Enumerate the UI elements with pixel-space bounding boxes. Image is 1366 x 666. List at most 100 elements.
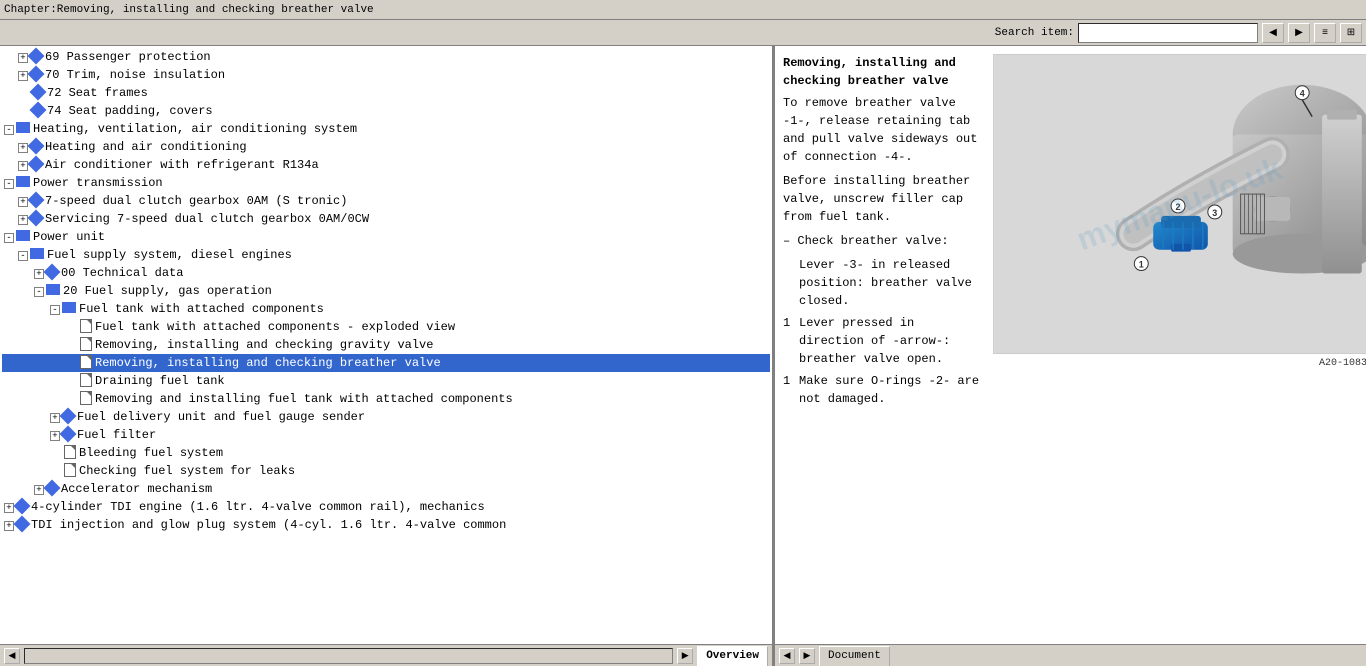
tree-item-t8[interactable]: -Power transmission [2, 174, 770, 192]
tree-item-t3[interactable]: 72 Seat frames [2, 84, 770, 102]
tree-label-t23: Bleeding fuel system [79, 446, 223, 460]
tree-item-t9[interactable]: +7-speed dual clutch gearbox 0AM (S tron… [2, 192, 770, 210]
expand-icon-t13[interactable]: + [34, 269, 44, 279]
expand-icon-t10[interactable]: + [18, 215, 28, 225]
expand-icon-t8[interactable]: - [4, 179, 14, 189]
tree-label-t14: 20 Fuel supply, gas operation [63, 284, 272, 298]
para-1: To remove breather valve -1-, release re… [783, 94, 983, 166]
tree-label-t13: 00 Technical data [61, 266, 183, 280]
doc-icon-t23 [64, 445, 76, 459]
diamond-icon-t22 [60, 425, 77, 442]
status-right: ◀ ▶ Document [775, 646, 1366, 666]
book-icon-t15 [62, 302, 76, 313]
tree-item-t21[interactable]: + Fuel delivery unit and fuel gauge sende… [2, 408, 770, 426]
tree-item-t10[interactable]: +Servicing 7-speed dual clutch gearbox 0… [2, 210, 770, 228]
doc-icon-t16 [80, 319, 92, 333]
horizontal-scrollbar[interactable] [24, 648, 673, 664]
tree-item-t12[interactable]: - Fuel supply system, diesel engines [2, 246, 770, 264]
tech-image: 1 2 3 4 mymanu-lo.uk [993, 54, 1366, 354]
tree-content[interactable]: +69 Passenger protection+70 Trim, noise … [0, 46, 772, 644]
tree-label-t17: Removing, installing and checking gravit… [95, 338, 433, 352]
doc-next-btn[interactable]: ▶ [799, 648, 815, 664]
diamond-icon-t1 [28, 47, 45, 64]
tree-item-t5[interactable]: -Heating, ventilation, air conditioning … [2, 120, 770, 138]
expand-icon-t15[interactable]: - [50, 305, 60, 315]
tree-item-t15[interactable]: - Fuel tank with attached components [2, 300, 770, 318]
tree-label-t12: Fuel supply system, diesel engines [47, 248, 292, 262]
tree-label-t20: Removing and installing fuel tank with a… [95, 392, 513, 406]
expand-icon-t22[interactable]: + [50, 431, 60, 441]
search-input[interactable] [1078, 23, 1258, 43]
menu-button[interactable]: ≡ [1314, 23, 1336, 43]
tree-item-t4[interactable]: 74 Seat padding, covers [2, 102, 770, 120]
diamond-icon-t26 [14, 497, 31, 514]
tree-item-t22[interactable]: +Fuel filter [2, 426, 770, 444]
tree-item-t24[interactable]: Checking fuel system for leaks [2, 462, 770, 480]
doc-prev-btn[interactable]: ◀ [779, 648, 795, 664]
tree-item-t6[interactable]: +Heating and air conditioning [2, 138, 770, 156]
status-left: ◀ ▶ Overview [0, 645, 775, 666]
tree-item-t2[interactable]: +70 Trim, noise insulation [2, 66, 770, 84]
tree-label-t4: 74 Seat padding, covers [47, 104, 213, 118]
main-layout: +69 Passenger protection+70 Trim, noise … [0, 46, 1366, 644]
tree-label-t16: Fuel tank with attached components - exp… [95, 320, 455, 334]
search-next-button[interactable]: ▶ [1288, 23, 1310, 43]
tab-document[interactable]: Document [819, 646, 890, 666]
tree-item-t26[interactable]: +4-cylinder TDI engine (1.6 ltr. 4-valve… [2, 498, 770, 516]
tree-label-t3: 72 Seat frames [47, 86, 148, 100]
expand-icon-t25[interactable]: + [34, 485, 44, 495]
note-1-text: Lever -3- in released position: breather… [799, 256, 983, 310]
note-3: 1 Make sure O-rings -2- are not damaged. [783, 372, 983, 408]
tree-item-t18[interactable]: Removing, installing and checking breath… [2, 354, 770, 372]
diamond-icon-t9 [28, 191, 45, 208]
note-2: 1 Lever pressed in direction of -arrow-:… [783, 314, 983, 368]
image-caption: A20-10834 [993, 356, 1366, 371]
diamond-icon-t21 [60, 407, 77, 424]
tree-label-t15: Fuel tank with attached components [79, 302, 324, 316]
scroll-left-btn[interactable]: ◀ [4, 648, 20, 664]
tree-item-t13[interactable]: +00 Technical data [2, 264, 770, 282]
expand-icon-t14[interactable]: - [34, 287, 44, 297]
tree-item-t27[interactable]: +TDI injection and glow plug system (4-c… [2, 516, 770, 534]
doc-icon-t17 [80, 337, 92, 351]
toolbar: Search item: ◀ ▶ ≡ ⊞ [0, 20, 1366, 46]
scroll-right-btn[interactable]: ▶ [677, 648, 693, 664]
tab-overview[interactable]: Overview [697, 646, 768, 666]
tree-item-t20[interactable]: Removing and installing fuel tank with a… [2, 390, 770, 408]
tree-label-t11: Power unit [33, 230, 105, 244]
title-bar: Chapter:Removing, installing and checkin… [0, 0, 1366, 20]
expand-icon-t11[interactable]: - [4, 233, 14, 243]
tree-label-t21: Fuel delivery unit and fuel gauge sender [77, 410, 365, 424]
search-prev-button[interactable]: ◀ [1262, 23, 1284, 43]
tree-item-t7[interactable]: +Air conditioner with refrigerant R134a [2, 156, 770, 174]
right-panel: Removing, installing and checking breath… [775, 46, 1366, 644]
expand-icon-t2[interactable]: + [18, 71, 28, 81]
expand-icon-t9[interactable]: + [18, 197, 28, 207]
tree-item-t19[interactable]: Draining fuel tank [2, 372, 770, 390]
options-button[interactable]: ⊞ [1340, 23, 1362, 43]
tree-item-t11[interactable]: - Power unit [2, 228, 770, 246]
doc-icon-t18 [80, 355, 92, 369]
tree-label-t24: Checking fuel system for leaks [79, 464, 295, 478]
tree-item-t1[interactable]: +69 Passenger protection [2, 48, 770, 66]
tree-label-t25: Accelerator mechanism [61, 482, 212, 496]
diamond-icon-t3 [30, 83, 47, 100]
expand-icon-t12[interactable]: - [18, 251, 28, 261]
book-icon-t14 [46, 284, 60, 295]
expand-icon-t27[interactable]: + [4, 521, 14, 531]
tree-item-t16[interactable]: Fuel tank with attached components - exp… [2, 318, 770, 336]
expand-icon-t6[interactable]: + [18, 143, 28, 153]
expand-icon-t26[interactable]: + [4, 503, 14, 513]
tree-item-t23[interactable]: Bleeding fuel system [2, 444, 770, 462]
tree-item-t14[interactable]: - 20 Fuel supply, gas operation [2, 282, 770, 300]
expand-icon-t5[interactable]: - [4, 125, 14, 135]
section-title: Removing, installing and checking breath… [783, 54, 983, 90]
expand-icon-t1[interactable]: + [18, 53, 28, 63]
tree-item-t17[interactable]: Removing, installing and checking gravit… [2, 336, 770, 354]
search-label: Search item: [995, 27, 1074, 39]
status-bar: ◀ ▶ Overview ◀ ▶ Document [0, 644, 1366, 666]
expand-icon-t7[interactable]: + [18, 161, 28, 171]
note-1: Lever -3- in released position: breather… [783, 256, 983, 310]
tree-item-t25[interactable]: + Accelerator mechanism [2, 480, 770, 498]
expand-icon-t21[interactable]: + [50, 413, 60, 423]
